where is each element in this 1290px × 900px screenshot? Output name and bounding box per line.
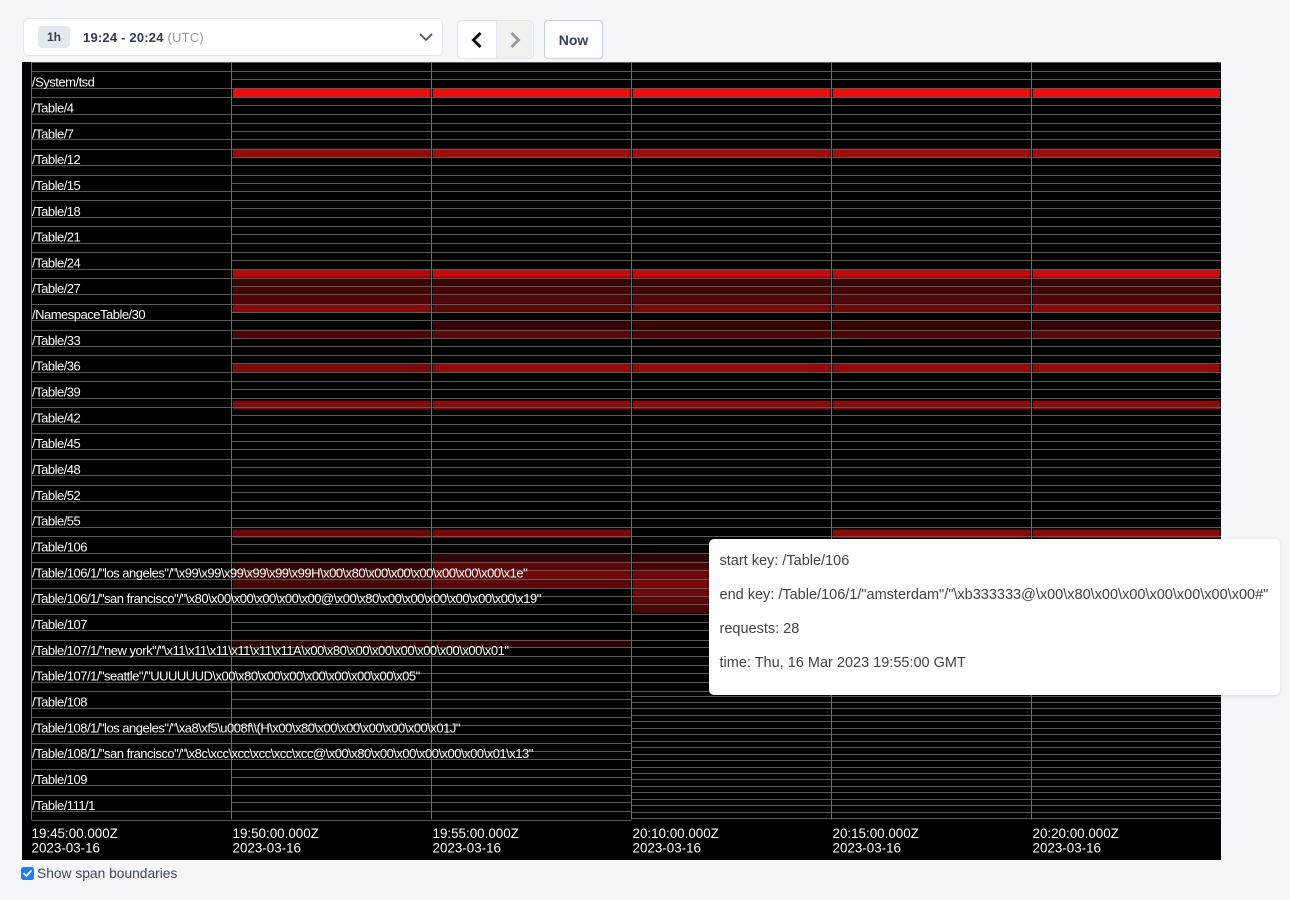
svg-text:20:15:00.000Z: 20:15:00.000Z (833, 826, 919, 841)
svg-text:/Table/21: /Table/21 (32, 230, 81, 245)
svg-text:20:10:00.000Z: 20:10:00.000Z (633, 826, 719, 841)
svg-text:/Table/106: /Table/106 (32, 540, 87, 555)
svg-text:/Table/108/1/"san francisco"/": /Table/108/1/"san francisco"/"\x8c\xcc\x… (32, 746, 534, 761)
svg-text:2023-03-16: 2023-03-16 (1033, 841, 1102, 856)
svg-text:/Table/109: /Table/109 (32, 772, 87, 787)
svg-text:2023-03-16: 2023-03-16 (633, 841, 702, 856)
svg-text:/Table/106/1/"san francisco"/": /Table/106/1/"san francisco"/"\x80\x00\x… (32, 591, 542, 606)
svg-text:/Table/108/1/"los angeles"/"\x: /Table/108/1/"los angeles"/"\xa8\xf5\u00… (32, 720, 461, 735)
svg-text:/Table/39: /Table/39 (32, 385, 81, 400)
svg-text:/System/tsd: /System/tsd (32, 75, 95, 90)
svg-text:/Table/55: /Table/55 (32, 514, 81, 529)
svg-text:/Table/18: /Table/18 (32, 204, 81, 219)
svg-text:/Table/106/1/"los angeles"/"\x: /Table/106/1/"los angeles"/"\x99\x99\x99… (32, 565, 528, 580)
svg-text:/Table/48: /Table/48 (32, 462, 81, 477)
svg-text:/Table/7: /Table/7 (32, 126, 74, 141)
svg-text:2023-03-16: 2023-03-16 (833, 841, 902, 856)
svg-text:20:20:00.000Z: 20:20:00.000Z (1033, 826, 1119, 841)
svg-text:/Table/107/1/"seattle"/"UUUUUU: /Table/107/1/"seattle"/"UUUUUUD\x00\x80\… (32, 669, 421, 684)
svg-text:/Table/42: /Table/42 (32, 410, 81, 425)
svg-text:/Table/107/1/"new york"/"\x11\: /Table/107/1/"new york"/"\x11\x11\x11\x1… (32, 643, 509, 658)
svg-text:/Table/27: /Table/27 (32, 281, 81, 296)
svg-text:/Table/45: /Table/45 (32, 436, 81, 451)
svg-text:/Table/24: /Table/24 (32, 255, 81, 270)
svg-text:/Table/52: /Table/52 (32, 488, 81, 503)
svg-text:19:50:00.000Z: 19:50:00.000Z (233, 826, 319, 841)
svg-text:/Table/33: /Table/33 (32, 333, 81, 348)
svg-text:19:55:00.000Z: 19:55:00.000Z (433, 826, 519, 841)
svg-text:2023-03-16: 2023-03-16 (433, 841, 502, 856)
svg-text:/Table/36: /Table/36 (32, 359, 81, 374)
svg-text:/Table/111/1: /Table/111/1 (32, 798, 95, 813)
svg-text:/Table/4: /Table/4 (32, 100, 74, 115)
svg-text:/Table/15: /Table/15 (32, 178, 81, 193)
svg-text:/Table/108: /Table/108 (32, 695, 87, 710)
svg-text:/Table/107: /Table/107 (32, 617, 87, 632)
svg-text:2023-03-16: 2023-03-16 (32, 841, 101, 856)
svg-text:19:45:00.000Z: 19:45:00.000Z (32, 826, 118, 841)
svg-text:/NamespaceTable/30: /NamespaceTable/30 (32, 307, 145, 322)
svg-text:/Table/12: /Table/12 (32, 152, 81, 167)
svg-text:2023-03-16: 2023-03-16 (233, 841, 302, 856)
